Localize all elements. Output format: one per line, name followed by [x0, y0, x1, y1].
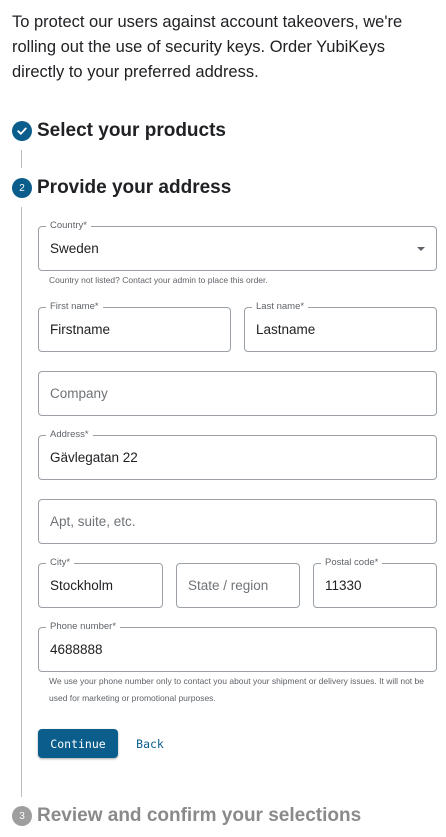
postal-code-field[interactable]: Postal code* 11330: [313, 557, 437, 608]
apt-placeholder: Apt, suite, etc.: [50, 514, 136, 529]
last-name-field[interactable]: Last name* Lastname: [244, 301, 437, 352]
step-1-title[interactable]: Select your products: [37, 119, 226, 143]
step-2-title: Provide your address: [37, 177, 232, 198]
chevron-down-icon: [417, 247, 425, 251]
step-3-title: Review and confirm your selections: [37, 805, 362, 826]
city-field[interactable]: City* Stockholm: [38, 557, 163, 608]
country-select[interactable]: Country* Sweden: [38, 220, 437, 271]
step-content-rail: [21, 207, 22, 797]
address-label: Address*: [46, 429, 93, 441]
intro-text: To protect our users against account tak…: [12, 13, 403, 81]
state-field[interactable]: State / region: [176, 563, 300, 608]
continue-button[interactable]: Continue: [38, 729, 118, 758]
address-field[interactable]: Address* Gävlegatan 22: [38, 429, 437, 480]
city-value: Stockholm: [50, 578, 114, 593]
company-field[interactable]: Company: [38, 371, 437, 416]
company-placeholder: Company: [50, 386, 108, 401]
phone-helper-text: We use your phone number only to contact…: [49, 676, 424, 703]
last-name-value: Lastname: [256, 322, 316, 337]
step-2-badge: 2: [12, 178, 32, 198]
first-name-value: Firstname: [50, 322, 111, 337]
city-label: City*: [46, 557, 75, 569]
step-connector: [21, 150, 22, 168]
back-button[interactable]: Back: [129, 729, 171, 758]
phone-field[interactable]: Phone number* 4688888: [38, 621, 437, 672]
last-name-label: Last name*: [252, 301, 309, 313]
postal-code-value: 11330: [325, 578, 362, 593]
first-name-field[interactable]: First name* Firstname: [38, 301, 231, 352]
phone-label: Phone number*: [46, 621, 121, 633]
check-icon: [17, 127, 27, 135]
country-value: Sweden: [50, 241, 99, 256]
postal-code-label: Postal code*: [321, 557, 383, 569]
country-label: Country*: [46, 220, 91, 232]
apt-field[interactable]: Apt, suite, etc.: [38, 499, 437, 544]
state-placeholder: State / region: [188, 578, 269, 593]
address-value: Gävlegatan 22: [50, 450, 138, 465]
step-1-complete-icon: [12, 121, 32, 141]
phone-value: 4688888: [50, 642, 103, 657]
country-helper-text: Country not listed? Contact your admin t…: [49, 275, 268, 285]
first-name-label: First name*: [46, 301, 103, 313]
step-3-badge: 3: [12, 806, 32, 826]
